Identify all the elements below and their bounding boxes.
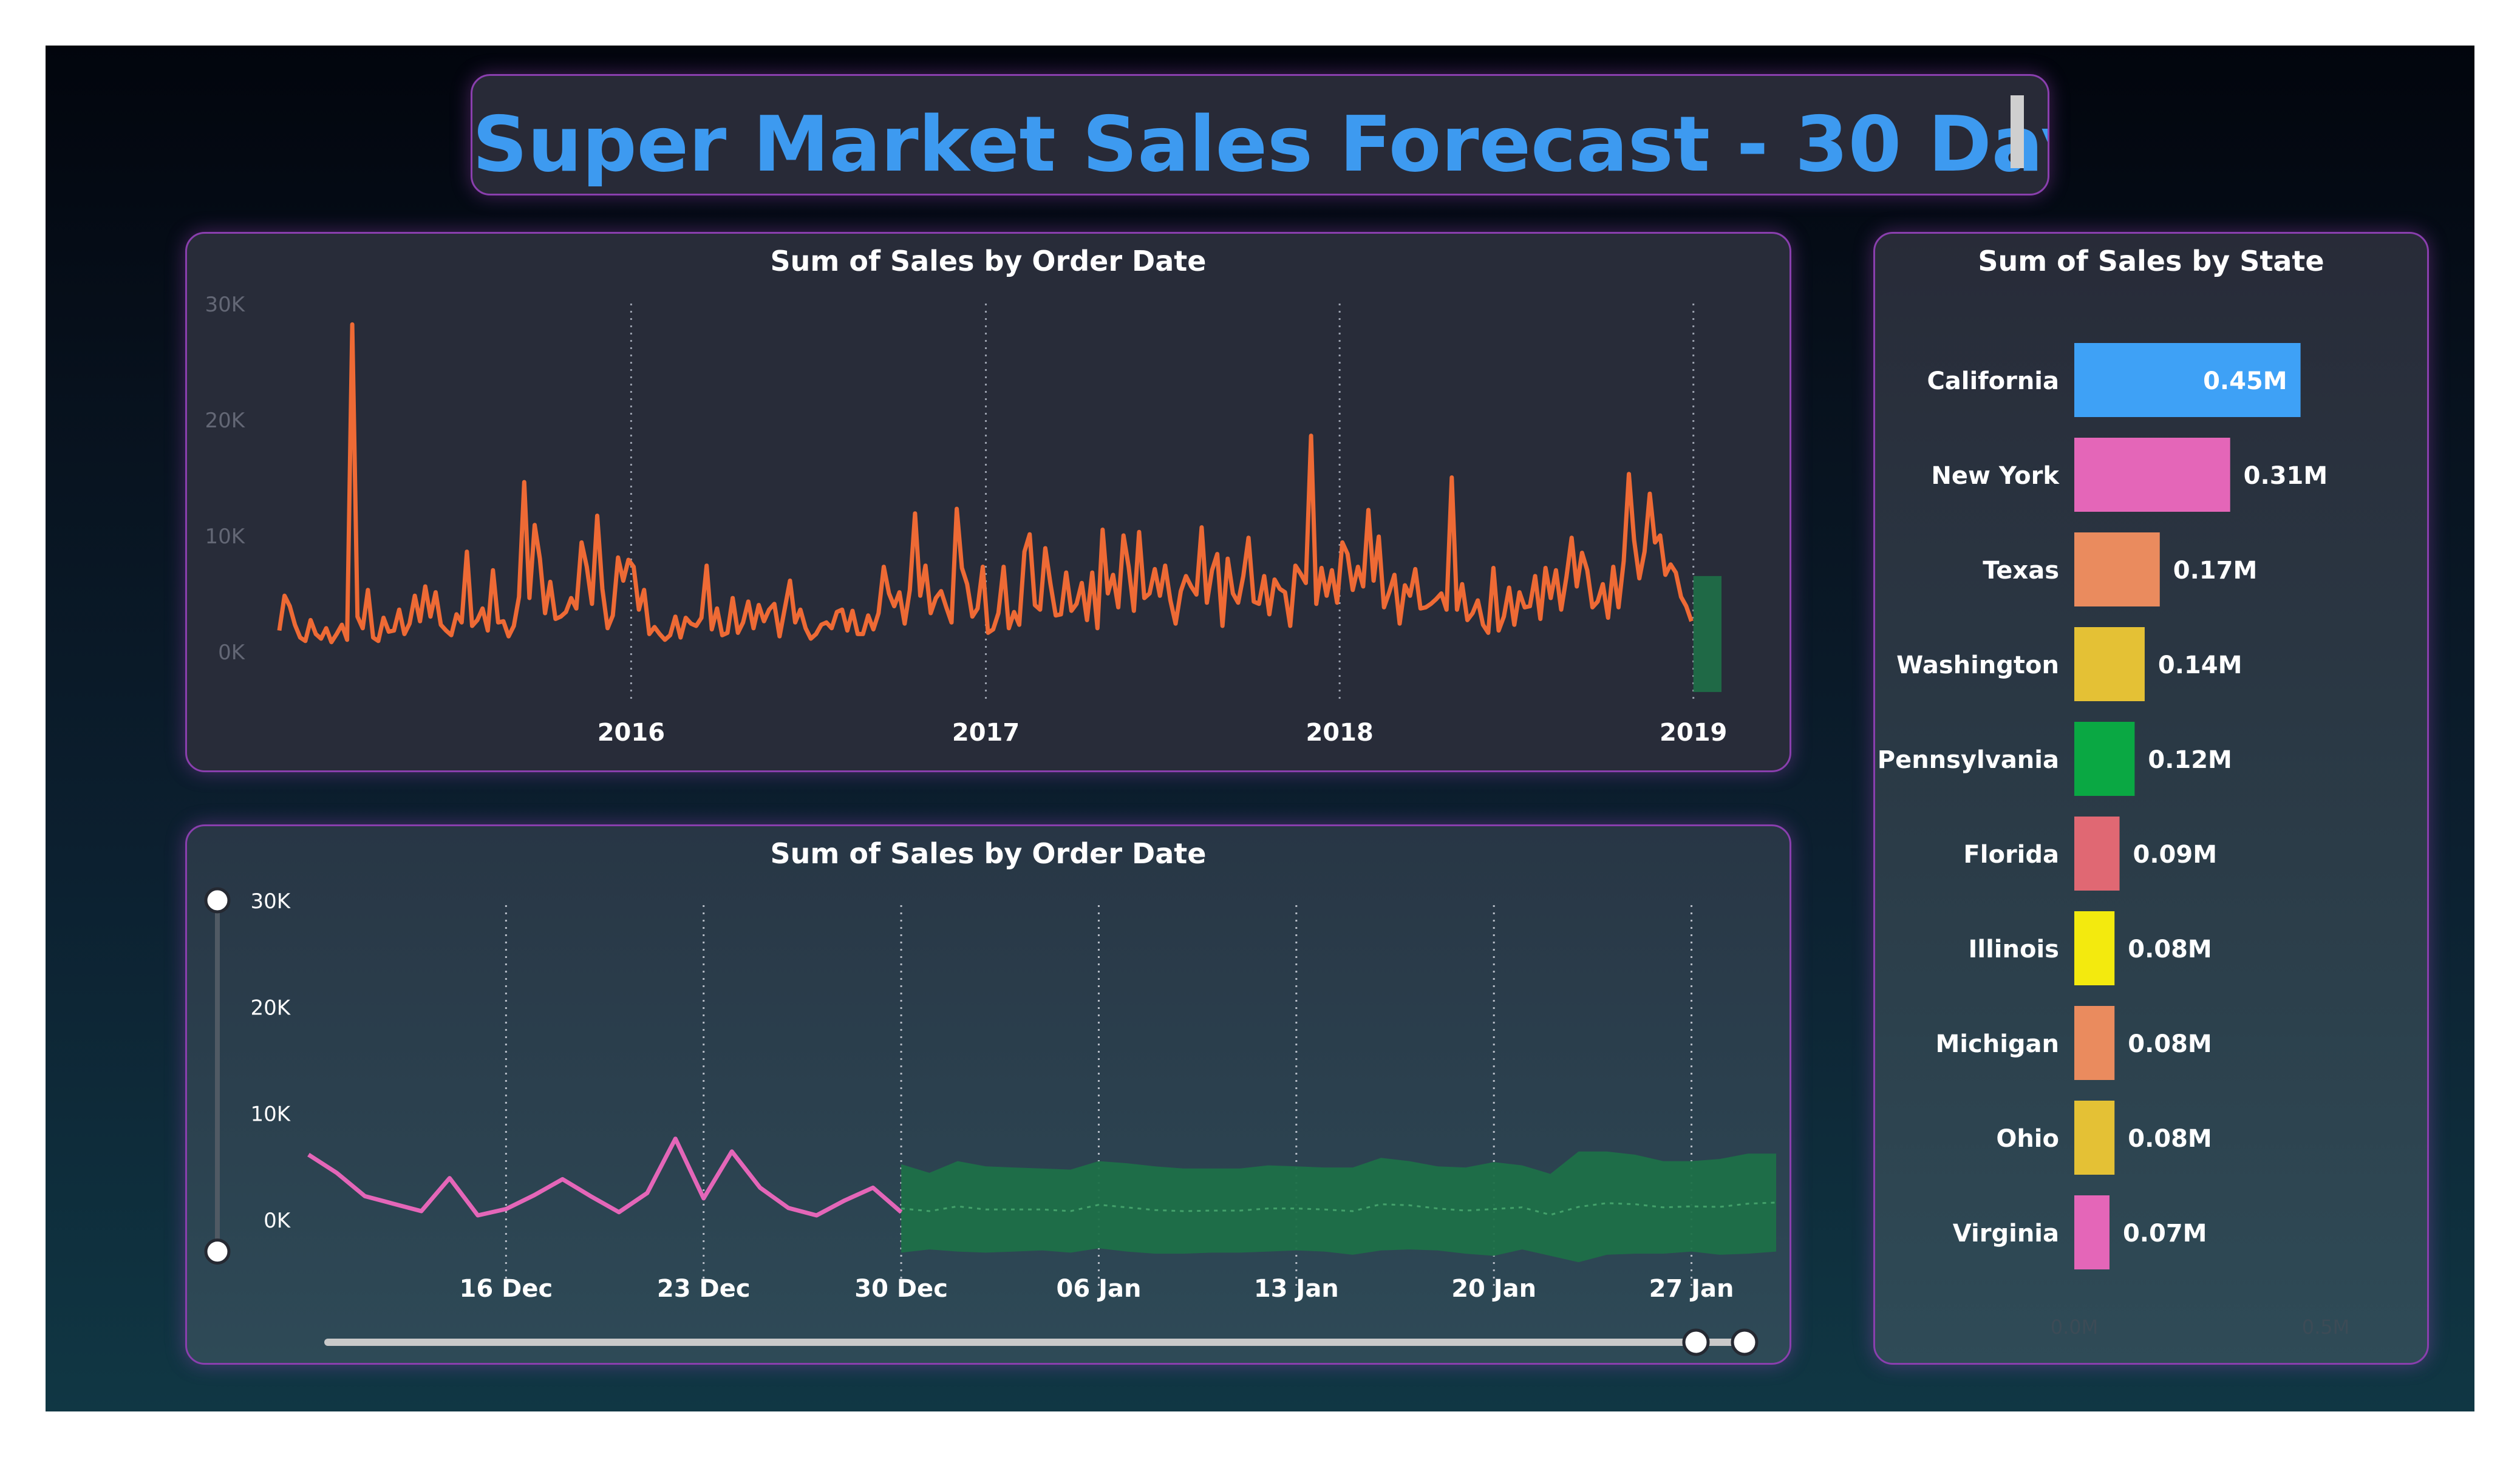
state-bar (2074, 911, 2115, 985)
x-tick-label: 13 Jan (1254, 1275, 1339, 1303)
state-data-label: 0.08M (2128, 1125, 2212, 1153)
x-tick-label: 2019 (1660, 719, 1727, 747)
state-category-label: New York (1931, 462, 2060, 490)
y-tick-label: 0K (218, 640, 246, 665)
state-data-label: 0.09M (2133, 841, 2218, 869)
state-bar (2074, 1195, 2110, 1269)
state-category-label: Illinois (1969, 936, 2060, 963)
state-bar (2074, 1101, 2115, 1175)
forecast-chart-card: Sum of Sales by Order Date 0K 10K 20K 30K 16… (185, 824, 1791, 1365)
state-category-label: Pennsylvania (1878, 746, 2059, 774)
x-tick-label: 2018 (1306, 719, 1373, 747)
state-chart-card: Sum of Sales by State California 0.45M New… (1873, 232, 2429, 1365)
state-bar (2074, 817, 2120, 891)
state-data-label: 0.08M (2128, 1030, 2212, 1058)
state-bar (2074, 532, 2160, 606)
y-tick-label: 20K (250, 996, 291, 1020)
x-tick-label: 30 Dec (854, 1275, 948, 1303)
state-category-label: California (1927, 367, 2059, 395)
x-tick-label: 06 Jan (1056, 1275, 1141, 1303)
forecast-band (1693, 576, 1721, 692)
history-chart-card: Sum of Sales by Order Date 0K 10K 20K 30K 20… (185, 232, 1791, 772)
x-tick-label: 23 Dec (657, 1275, 751, 1303)
state-category-label: Ohio (1996, 1125, 2059, 1153)
x-tick-label: 2016 (598, 719, 665, 747)
state-bar (2074, 438, 2230, 512)
x-tick-label: 2017 (952, 719, 1020, 747)
state-category-label: Texas (1983, 557, 2059, 585)
y-tick-label: 30K (250, 889, 291, 914)
forecast-band (901, 1151, 1776, 1263)
y-tick-label: 10K (250, 1102, 291, 1127)
state-bar (2074, 722, 2135, 796)
history-chart-plot: 0K 10K 20K 30K 2016 2017 2018 2019 (205, 293, 1727, 747)
state-chart-plot: California 0.45M New York 0.31M Texas 0.17M Wa… (1878, 343, 2350, 1339)
y-tick-label: 0K (264, 1209, 291, 1233)
state-category-label: Michigan (1935, 1030, 2059, 1058)
x-tick-label: 0.5M (2302, 1316, 2350, 1339)
sales-history-line (277, 322, 1694, 645)
x-slider-handle-right[interactable] (1731, 1328, 1759, 1356)
dashboard-canvas: Super Market Sales Forecast - 30 Days Su… (46, 46, 2474, 1411)
x-tick-label: 20 Jan (1451, 1275, 1536, 1303)
state-data-label: 0.45M (2203, 367, 2287, 395)
y-tick-label: 20K (205, 409, 245, 433)
x-tick-label: 16 Dec (460, 1275, 553, 1303)
y-tick-label: 30K (205, 293, 245, 317)
forecast-chart-plot: 0K 10K 20K 30K 16 Dec 23 Dec 30 Dec 06 Jan 13 Ja… (204, 887, 1777, 1356)
state-bar (2074, 627, 2145, 701)
title-scrollbar[interactable] (2011, 95, 2024, 168)
state-data-label: 0.17M (2173, 557, 2258, 585)
state-data-label: 0.31M (2244, 462, 2328, 490)
state-data-label: 0.12M (2148, 746, 2232, 774)
y-slider-handle-top[interactable] (204, 887, 231, 914)
y-slider-handle-bottom[interactable] (204, 1238, 231, 1265)
state-bar (2074, 1006, 2115, 1080)
x-slider-handle-left[interactable] (1682, 1328, 1710, 1356)
state-category-label: Virginia (1953, 1220, 2059, 1248)
page-title: Super Market Sales Forecast - 30 Days (472, 100, 2049, 189)
state-data-label: 0.14M (2158, 651, 2242, 679)
x-tick-label: 27 Jan (1649, 1275, 1734, 1303)
state-category-label: Florida (1963, 841, 2059, 869)
state-category-label: Washington (1896, 651, 2059, 679)
state-data-label: 0.07M (2123, 1220, 2207, 1248)
state-data-label: 0.08M (2128, 936, 2212, 963)
actual-sales-line (307, 1136, 903, 1218)
y-tick-label: 10K (205, 525, 245, 549)
x-tick-label: 0.0M (2051, 1316, 2099, 1339)
title-box: Super Market Sales Forecast - 30 Days (471, 74, 2049, 195)
